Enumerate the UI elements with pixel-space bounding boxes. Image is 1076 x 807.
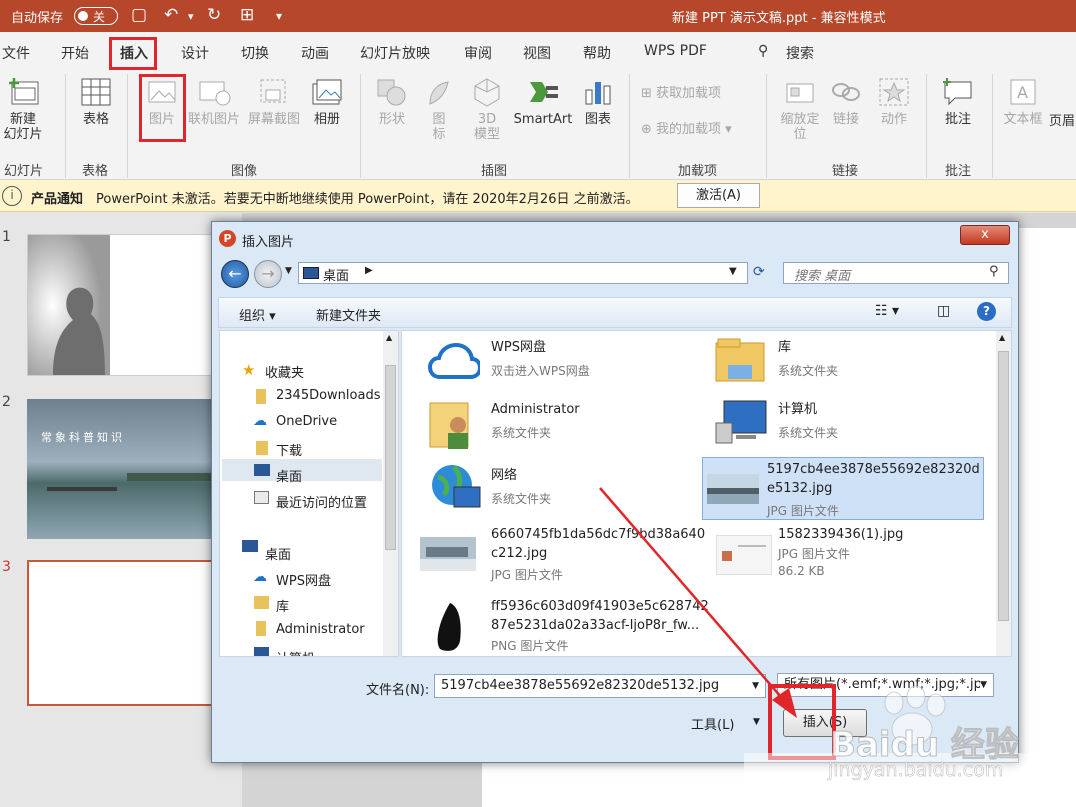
- arrow-shaft: [599, 487, 789, 706]
- watermark-url: jingyan.baidu.com: [828, 759, 1004, 782]
- baidu-jingyan-watermark: Baidu 经验 jingyan.baidu.com: [744, 683, 1074, 803]
